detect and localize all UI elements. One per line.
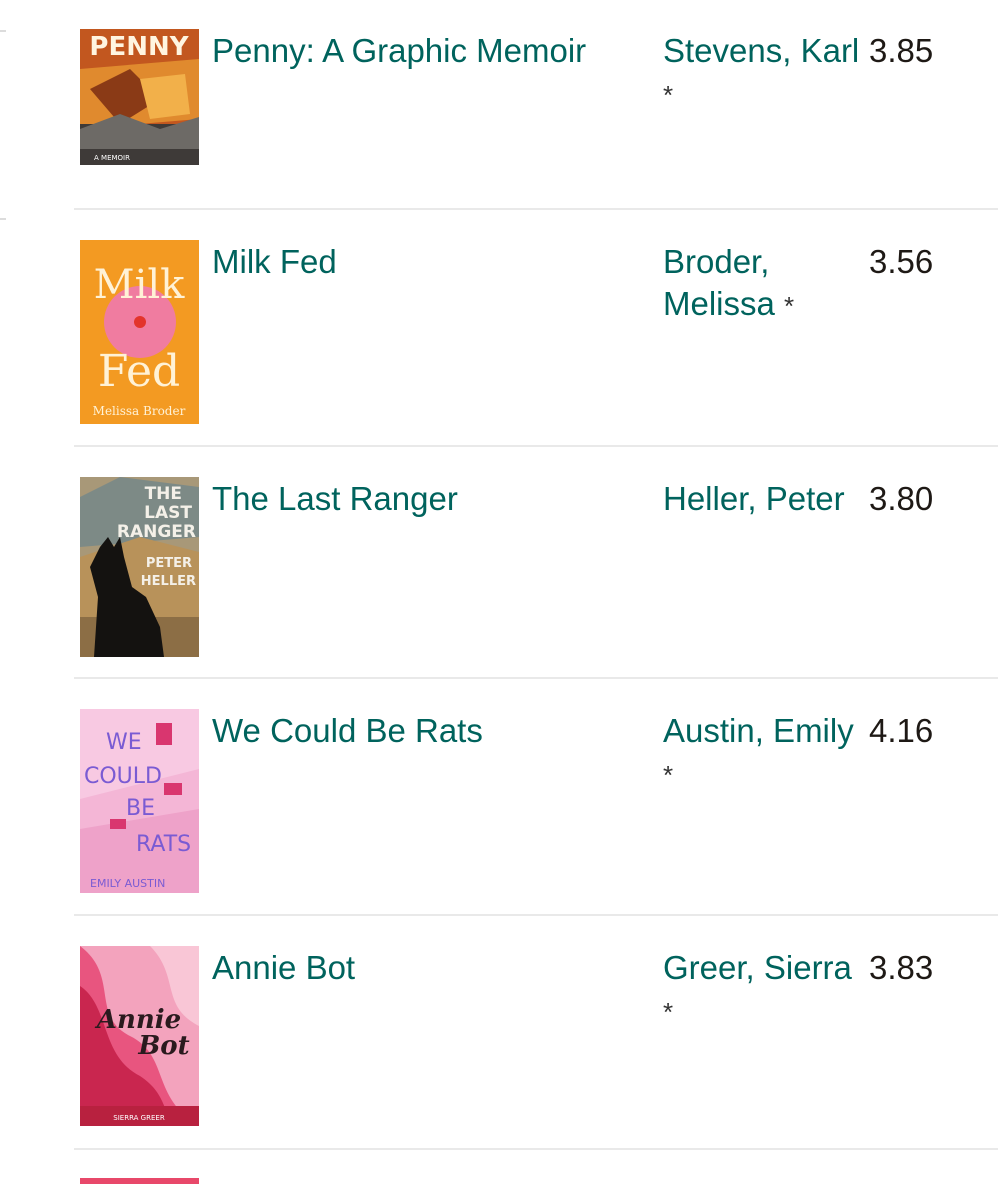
book-title-link[interactable]: Milk Fed (212, 242, 337, 282)
cover-text: BE (126, 796, 155, 821)
cover-text: PENNY (89, 32, 189, 62)
author-star: * (663, 80, 674, 110)
book-author-link[interactable]: Austin, Emily * (663, 710, 863, 796)
cover-text: RANGER (117, 522, 196, 542)
cover-text: PETER (146, 556, 192, 571)
cover-text: A MEMOIR (94, 154, 130, 162)
row-divider (74, 1148, 998, 1150)
book-author-link[interactable]: Heller, Peter (663, 478, 863, 522)
author-name[interactable]: Stevens, Karl (663, 32, 859, 69)
book-cover[interactable]: Annie Bot SIERRA GREER (80, 946, 199, 1126)
book-rating: 4.16 (869, 712, 934, 749)
row-divider (74, 208, 998, 210)
cover-text: LAST (144, 503, 192, 523)
book-cover[interactable]: Milk Fed Melissa Broder (80, 240, 199, 424)
author-name[interactable]: Heller, Peter (663, 480, 845, 517)
cover-text: Bot (137, 1031, 189, 1061)
book-author-link[interactable]: Stevens, Karl * (663, 30, 863, 116)
cover-text: Milk (94, 262, 186, 308)
row-divider (74, 445, 998, 447)
row-divider (74, 914, 998, 916)
left-edge-mark (0, 30, 6, 32)
book-author-link[interactable]: Broder, Melissa * (663, 241, 863, 327)
author-name[interactable]: Austin, Emily (663, 712, 854, 749)
author-star: * (784, 291, 795, 321)
author-star: * (663, 997, 674, 1027)
book-rating: 3.56 (869, 243, 934, 280)
book-title-link[interactable]: The Last Ranger (212, 479, 458, 519)
cover-text: Melissa Broder (93, 404, 186, 418)
author-name[interactable]: Greer, Sierra (663, 949, 852, 986)
book-rating: 3.83 (869, 949, 934, 986)
cover-text: COULD (84, 764, 162, 789)
book-cover[interactable]: WE COULD BE RATS EMILY AUSTIN (80, 709, 199, 893)
book-title-link[interactable]: Penny: A Graphic Memoir (212, 31, 586, 71)
book-rating: 3.85 (869, 32, 934, 69)
cover-text: THE (145, 484, 182, 504)
cover-text: EMILY AUSTIN (90, 877, 165, 890)
left-edge-mark (0, 218, 6, 220)
cover-text: HELLER (141, 574, 196, 589)
cover-text: WE (106, 730, 142, 755)
author-name[interactable]: Broder, Melissa (663, 243, 775, 322)
cover-text: Fed (98, 346, 180, 397)
book-title-link[interactable]: Annie Bot (212, 948, 355, 988)
book-cover[interactable]: THE LAST RANGER PETER HELLER (80, 477, 199, 657)
book-cover[interactable] (80, 1178, 199, 1184)
book-author-link[interactable]: Greer, Sierra * (663, 947, 863, 1033)
book-rating: 3.80 (869, 480, 934, 517)
book-cover[interactable]: PENNY A MEMOIR (80, 29, 199, 165)
cover-text: RATS (136, 832, 191, 857)
author-star: * (663, 760, 674, 790)
cover-text: SIERRA GREER (113, 1114, 165, 1122)
book-title-link[interactable]: We Could Be Rats (212, 711, 483, 751)
row-divider (74, 677, 998, 679)
